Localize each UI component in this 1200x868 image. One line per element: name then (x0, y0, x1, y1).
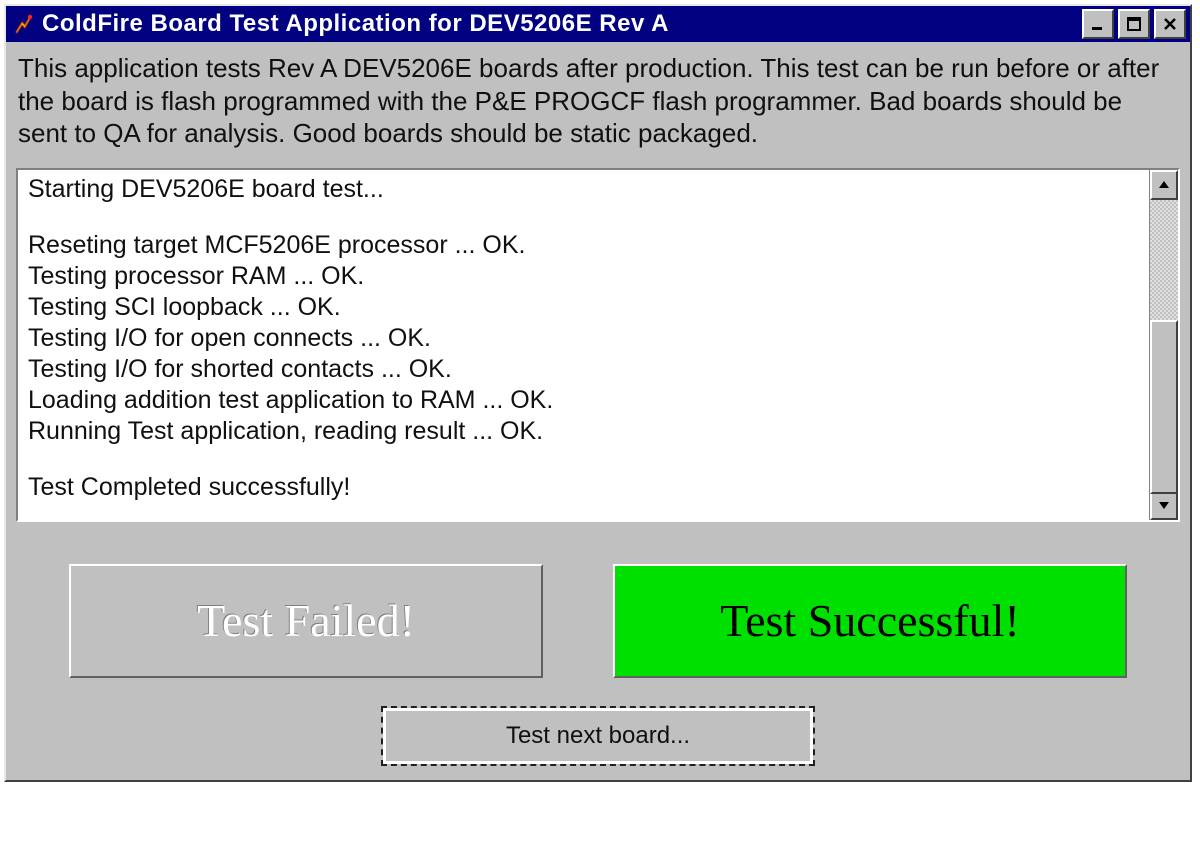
vertical-scrollbar[interactable] (1149, 170, 1178, 520)
log-line: Testing SCI loopback ... OK. (28, 292, 1139, 323)
chevron-up-icon (1158, 179, 1170, 191)
test-failed-panel: Test Failed! (69, 564, 543, 678)
log-line: Testing I/O for open connects ... OK. (28, 323, 1139, 354)
log-line: Testing I/O for shorted contacts ... OK. (28, 354, 1139, 385)
minimize-button[interactable] (1082, 9, 1114, 39)
scroll-thumb[interactable] (1150, 320, 1178, 494)
scroll-up-button[interactable] (1150, 170, 1178, 200)
scroll-track[interactable] (1150, 200, 1178, 490)
status-row: Test Failed! Test Successful! (16, 564, 1180, 678)
maximize-icon (1127, 17, 1141, 31)
test-successful-panel: Test Successful! (613, 564, 1127, 678)
log-line: Loading addition test application to RAM… (28, 385, 1139, 416)
intro-text: This application tests Rev A DEV5206E bo… (16, 48, 1180, 168)
footer-row: Test next board... (16, 706, 1180, 766)
log-line: Testing processor RAM ... OK. (28, 261, 1139, 292)
log-line: Running Test application, reading result… (28, 416, 1139, 447)
log-line: Reseting target MCF5206E processor ... O… (28, 230, 1139, 261)
chevron-down-icon (1158, 499, 1170, 511)
minimize-icon (1091, 17, 1105, 31)
maximize-button[interactable] (1118, 9, 1150, 39)
close-icon (1163, 17, 1177, 31)
window-title: ColdFire Board Test Application for DEV5… (42, 10, 1078, 38)
log-line (28, 447, 1139, 472)
close-button[interactable] (1154, 9, 1186, 39)
client-area: This application tests Rev A DEV5206E bo… (6, 42, 1190, 780)
app-window: ColdFire Board Test Application for DEV5… (4, 4, 1192, 782)
titlebar: ColdFire Board Test Application for DEV5… (6, 6, 1190, 42)
log-output: Starting DEV5206E board test... Reseting … (18, 170, 1149, 520)
log-line: Starting DEV5206E board test... (28, 174, 1139, 205)
log-line (28, 205, 1139, 230)
test-next-board-button[interactable]: Test next board... (381, 706, 815, 766)
log-line: Test Completed successfully! (28, 472, 1139, 503)
app-icon (12, 13, 34, 35)
log-panel: Starting DEV5206E board test... Reseting … (16, 168, 1180, 522)
scroll-down-button[interactable] (1150, 490, 1178, 520)
